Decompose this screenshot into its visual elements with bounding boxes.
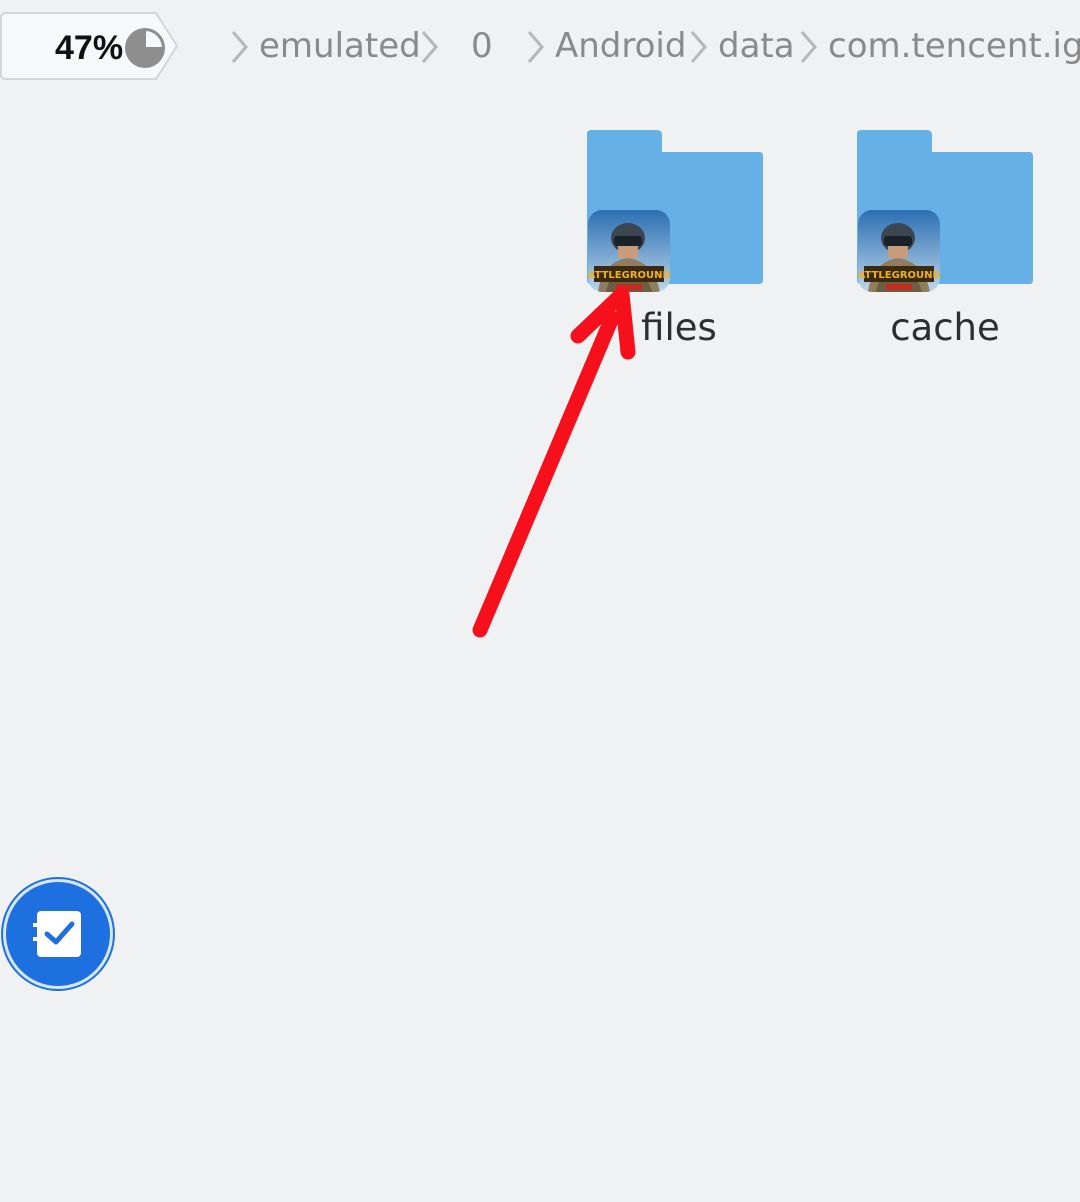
svg-text:BATTLEGROUNDS: BATTLEGROUNDS bbox=[858, 270, 940, 281]
chevron-right-icon bbox=[800, 31, 817, 63]
storage-pie-icon bbox=[125, 28, 165, 68]
multi-select-fab[interactable] bbox=[3, 879, 113, 989]
folder-name: cache bbox=[890, 306, 1000, 349]
breadcrumb-item-android[interactable]: Android bbox=[555, 24, 686, 68]
folder-cache[interactable]: BATTLEGROUNDS cache bbox=[857, 130, 1057, 370]
chevron-right-icon bbox=[231, 31, 248, 63]
pubg-app-icon: BATTLEGROUNDS bbox=[588, 210, 670, 292]
chevron-right-icon bbox=[690, 31, 707, 63]
breadcrumb-item-com-tencent-ig[interactable]: com.tencent.ig bbox=[828, 24, 1080, 68]
svg-text:BATTLEGROUNDS: BATTLEGROUNDS bbox=[588, 270, 670, 281]
multi-select-checkbox-icon bbox=[33, 911, 81, 957]
breadcrumb-item-emulated[interactable]: emulated bbox=[259, 24, 421, 68]
chevron-right-icon bbox=[527, 31, 544, 63]
breadcrumb-item-0[interactable]: 0 bbox=[471, 24, 493, 68]
pubg-app-icon: BATTLEGROUNDS bbox=[858, 210, 940, 292]
folder-name: files bbox=[641, 306, 717, 349]
breadcrumb-item-data[interactable]: data bbox=[718, 24, 795, 68]
folder-files[interactable]: BATTLEGROUNDS files bbox=[587, 130, 787, 370]
chevron-right-icon bbox=[421, 31, 438, 63]
storage-usage-chip[interactable]: 47% bbox=[0, 12, 179, 80]
storage-percent-label: 47% bbox=[55, 29, 124, 67]
